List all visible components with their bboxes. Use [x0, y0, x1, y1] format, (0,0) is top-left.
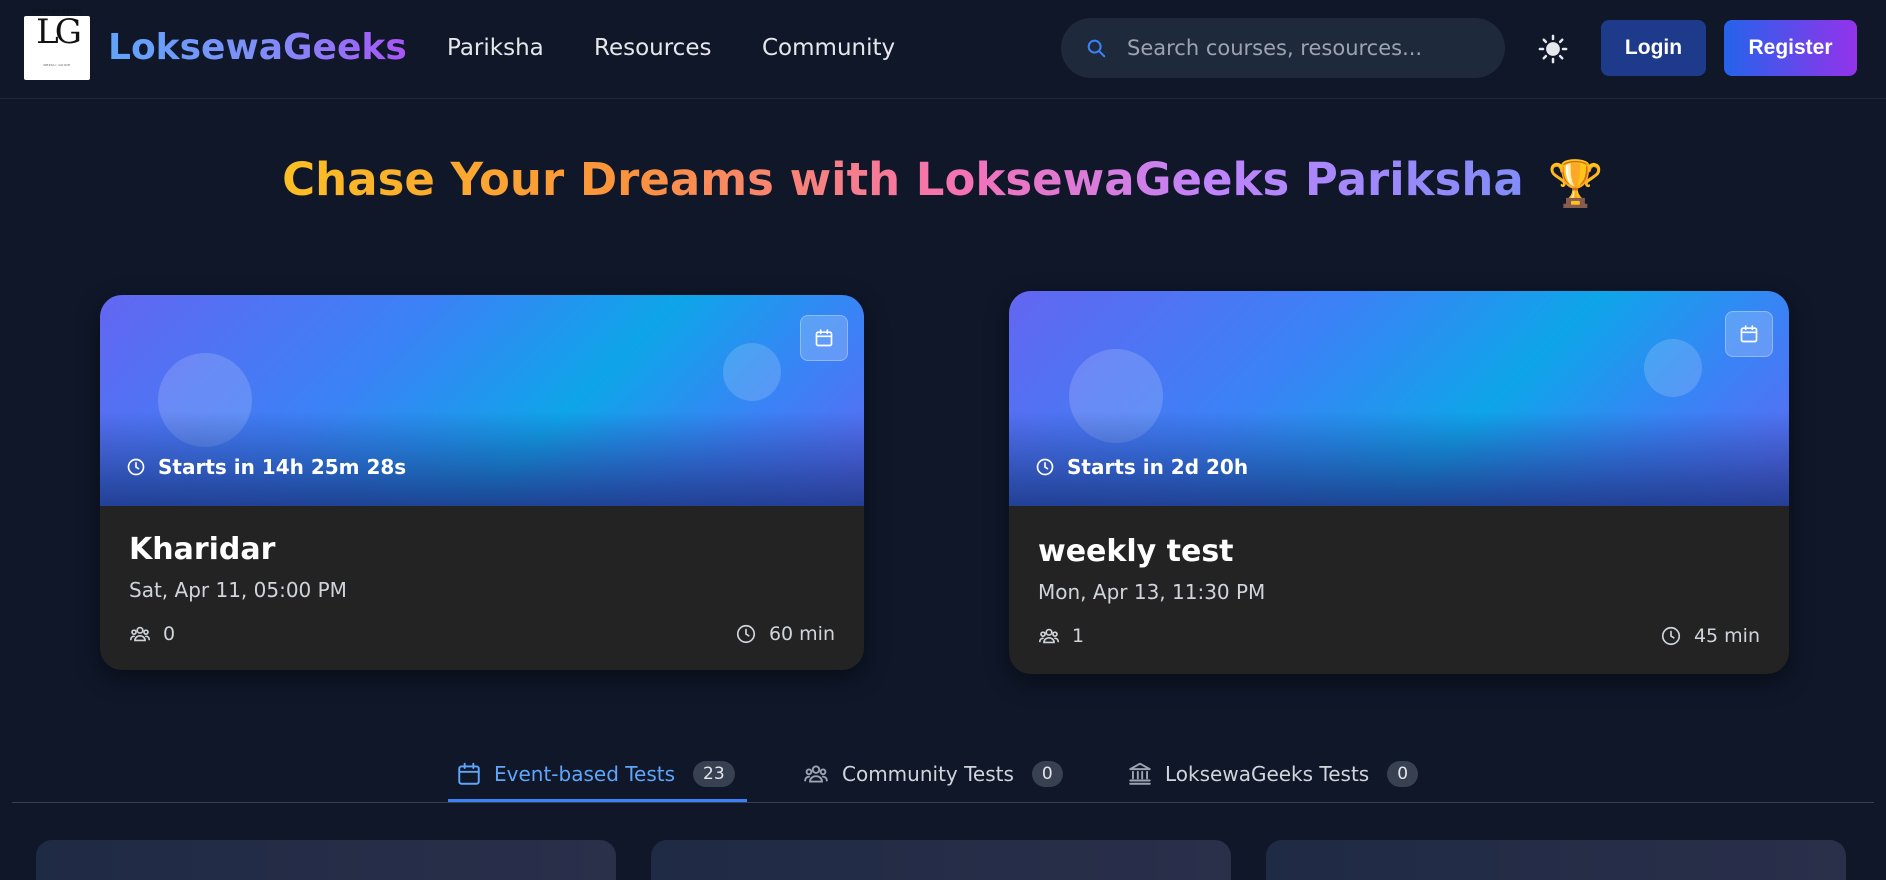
- decorative-circle: [723, 343, 781, 401]
- nav-link-community[interactable]: Community: [762, 33, 895, 63]
- tab-label: LoksewaGeeks Tests: [1165, 762, 1370, 786]
- logo-tiny-text: NEPALI GUIDE: [43, 63, 71, 67]
- tab-label: Event-based Tests: [494, 762, 676, 786]
- event-date: Sat, Apr 11, 05:00 PM: [129, 578, 347, 602]
- event-card[interactable]: Starts in 14h 25m 28s Kharidar Sat, Apr …: [100, 295, 864, 670]
- count-badge: 0: [1031, 761, 1063, 787]
- countdown-text: Starts in 14h 25m 28s: [158, 455, 407, 479]
- tab-community-tests[interactable]: Community Tests 0: [802, 746, 1063, 802]
- search-icon: [1087, 39, 1106, 58]
- countdown-text: Starts in 2d 20h: [1067, 455, 1249, 479]
- event-meta: 1 45 min: [1038, 625, 1760, 647]
- brand-name[interactable]: LoksewaGeeks: [108, 26, 407, 70]
- search-input[interactable]: [1127, 18, 1487, 78]
- event-card[interactable]: Starts in 2d 20h weekly test Mon, Apr 13…: [1009, 291, 1789, 674]
- calendar-icon: [1725, 311, 1773, 357]
- duration-text: 60 min: [768, 623, 835, 645]
- sun-icon[interactable]: [1538, 34, 1568, 64]
- duration-text: 45 min: [1693, 625, 1760, 647]
- countdown: Starts in 14h 25m 28s: [126, 455, 406, 479]
- duration: 45 min: [1660, 625, 1760, 647]
- event-card-body: Kharidar Sat, Apr 11, 05:00 PM 0 60 min: [129, 531, 835, 645]
- countdown: Starts in 2d 20h: [1035, 455, 1248, 479]
- logo-monogram: LG: [36, 12, 82, 52]
- participants: 0: [129, 623, 175, 645]
- login-button[interactable]: Login: [1601, 20, 1706, 76]
- search-bar[interactable]: [1061, 18, 1505, 78]
- decorative-circle: [158, 353, 252, 447]
- event-meta: 0 60 min: [129, 623, 835, 645]
- logo[interactable]: LOKSEWA GEEKS LG NEPALI GUIDE: [24, 9, 90, 80]
- event-card-body: weekly test Mon, Apr 13, 11:30 PM 1 45 m…: [1038, 533, 1760, 647]
- clock-icon: [127, 458, 145, 476]
- test-card[interactable]: [651, 840, 1231, 880]
- event-title: Kharidar: [129, 532, 276, 567]
- test-card[interactable]: [36, 840, 616, 880]
- participant-count: 1: [1072, 625, 1085, 647]
- clock-icon: [736, 624, 756, 644]
- nav-link-resources[interactable]: Resources: [594, 33, 711, 63]
- decorative-circle: [1644, 339, 1702, 397]
- tab-loksewageeks-tests[interactable]: LoksewaGeeks Tests 0: [1127, 746, 1419, 802]
- decorative-circle: [1069, 349, 1163, 443]
- tab-label: Community Tests: [842, 762, 1014, 786]
- clock-icon: [1036, 458, 1054, 476]
- users-icon: [804, 765, 828, 783]
- calendar-icon: [458, 762, 480, 785]
- count-badge: 0: [1387, 761, 1419, 787]
- users-icon: [1039, 628, 1059, 644]
- tab-event-based-tests[interactable]: Event-based Tests 23: [456, 746, 735, 802]
- test-card[interactable]: [1266, 840, 1846, 880]
- clock-icon: [1661, 626, 1681, 646]
- participants: 1: [1038, 625, 1084, 647]
- tabs-divider: [12, 802, 1874, 803]
- bank-icon: [1129, 762, 1151, 785]
- event-date: Mon, Apr 13, 11:30 PM: [1038, 580, 1266, 604]
- users-icon: [130, 626, 150, 642]
- top-navbar: LOKSEWA GEEKS LG NEPALI GUIDE LoksewaGee…: [0, 0, 1886, 99]
- event-title: weekly test: [1038, 534, 1234, 569]
- hero-heading: Chase Your Dreams with LoksewaGeeks Pari…: [0, 150, 1886, 214]
- register-button[interactable]: Register: [1724, 20, 1857, 76]
- count-badge: 23: [693, 761, 735, 787]
- active-tab-indicator: [448, 799, 747, 802]
- calendar-icon: [800, 315, 848, 361]
- duration: 60 min: [735, 623, 835, 645]
- nav-link-pariksha[interactable]: Pariksha: [447, 33, 544, 63]
- trophy-icon: 🏆: [1547, 157, 1604, 210]
- hero-title: Chase Your Dreams with LoksewaGeeks Pari…: [282, 153, 1524, 206]
- participant-count: 0: [163, 623, 176, 645]
